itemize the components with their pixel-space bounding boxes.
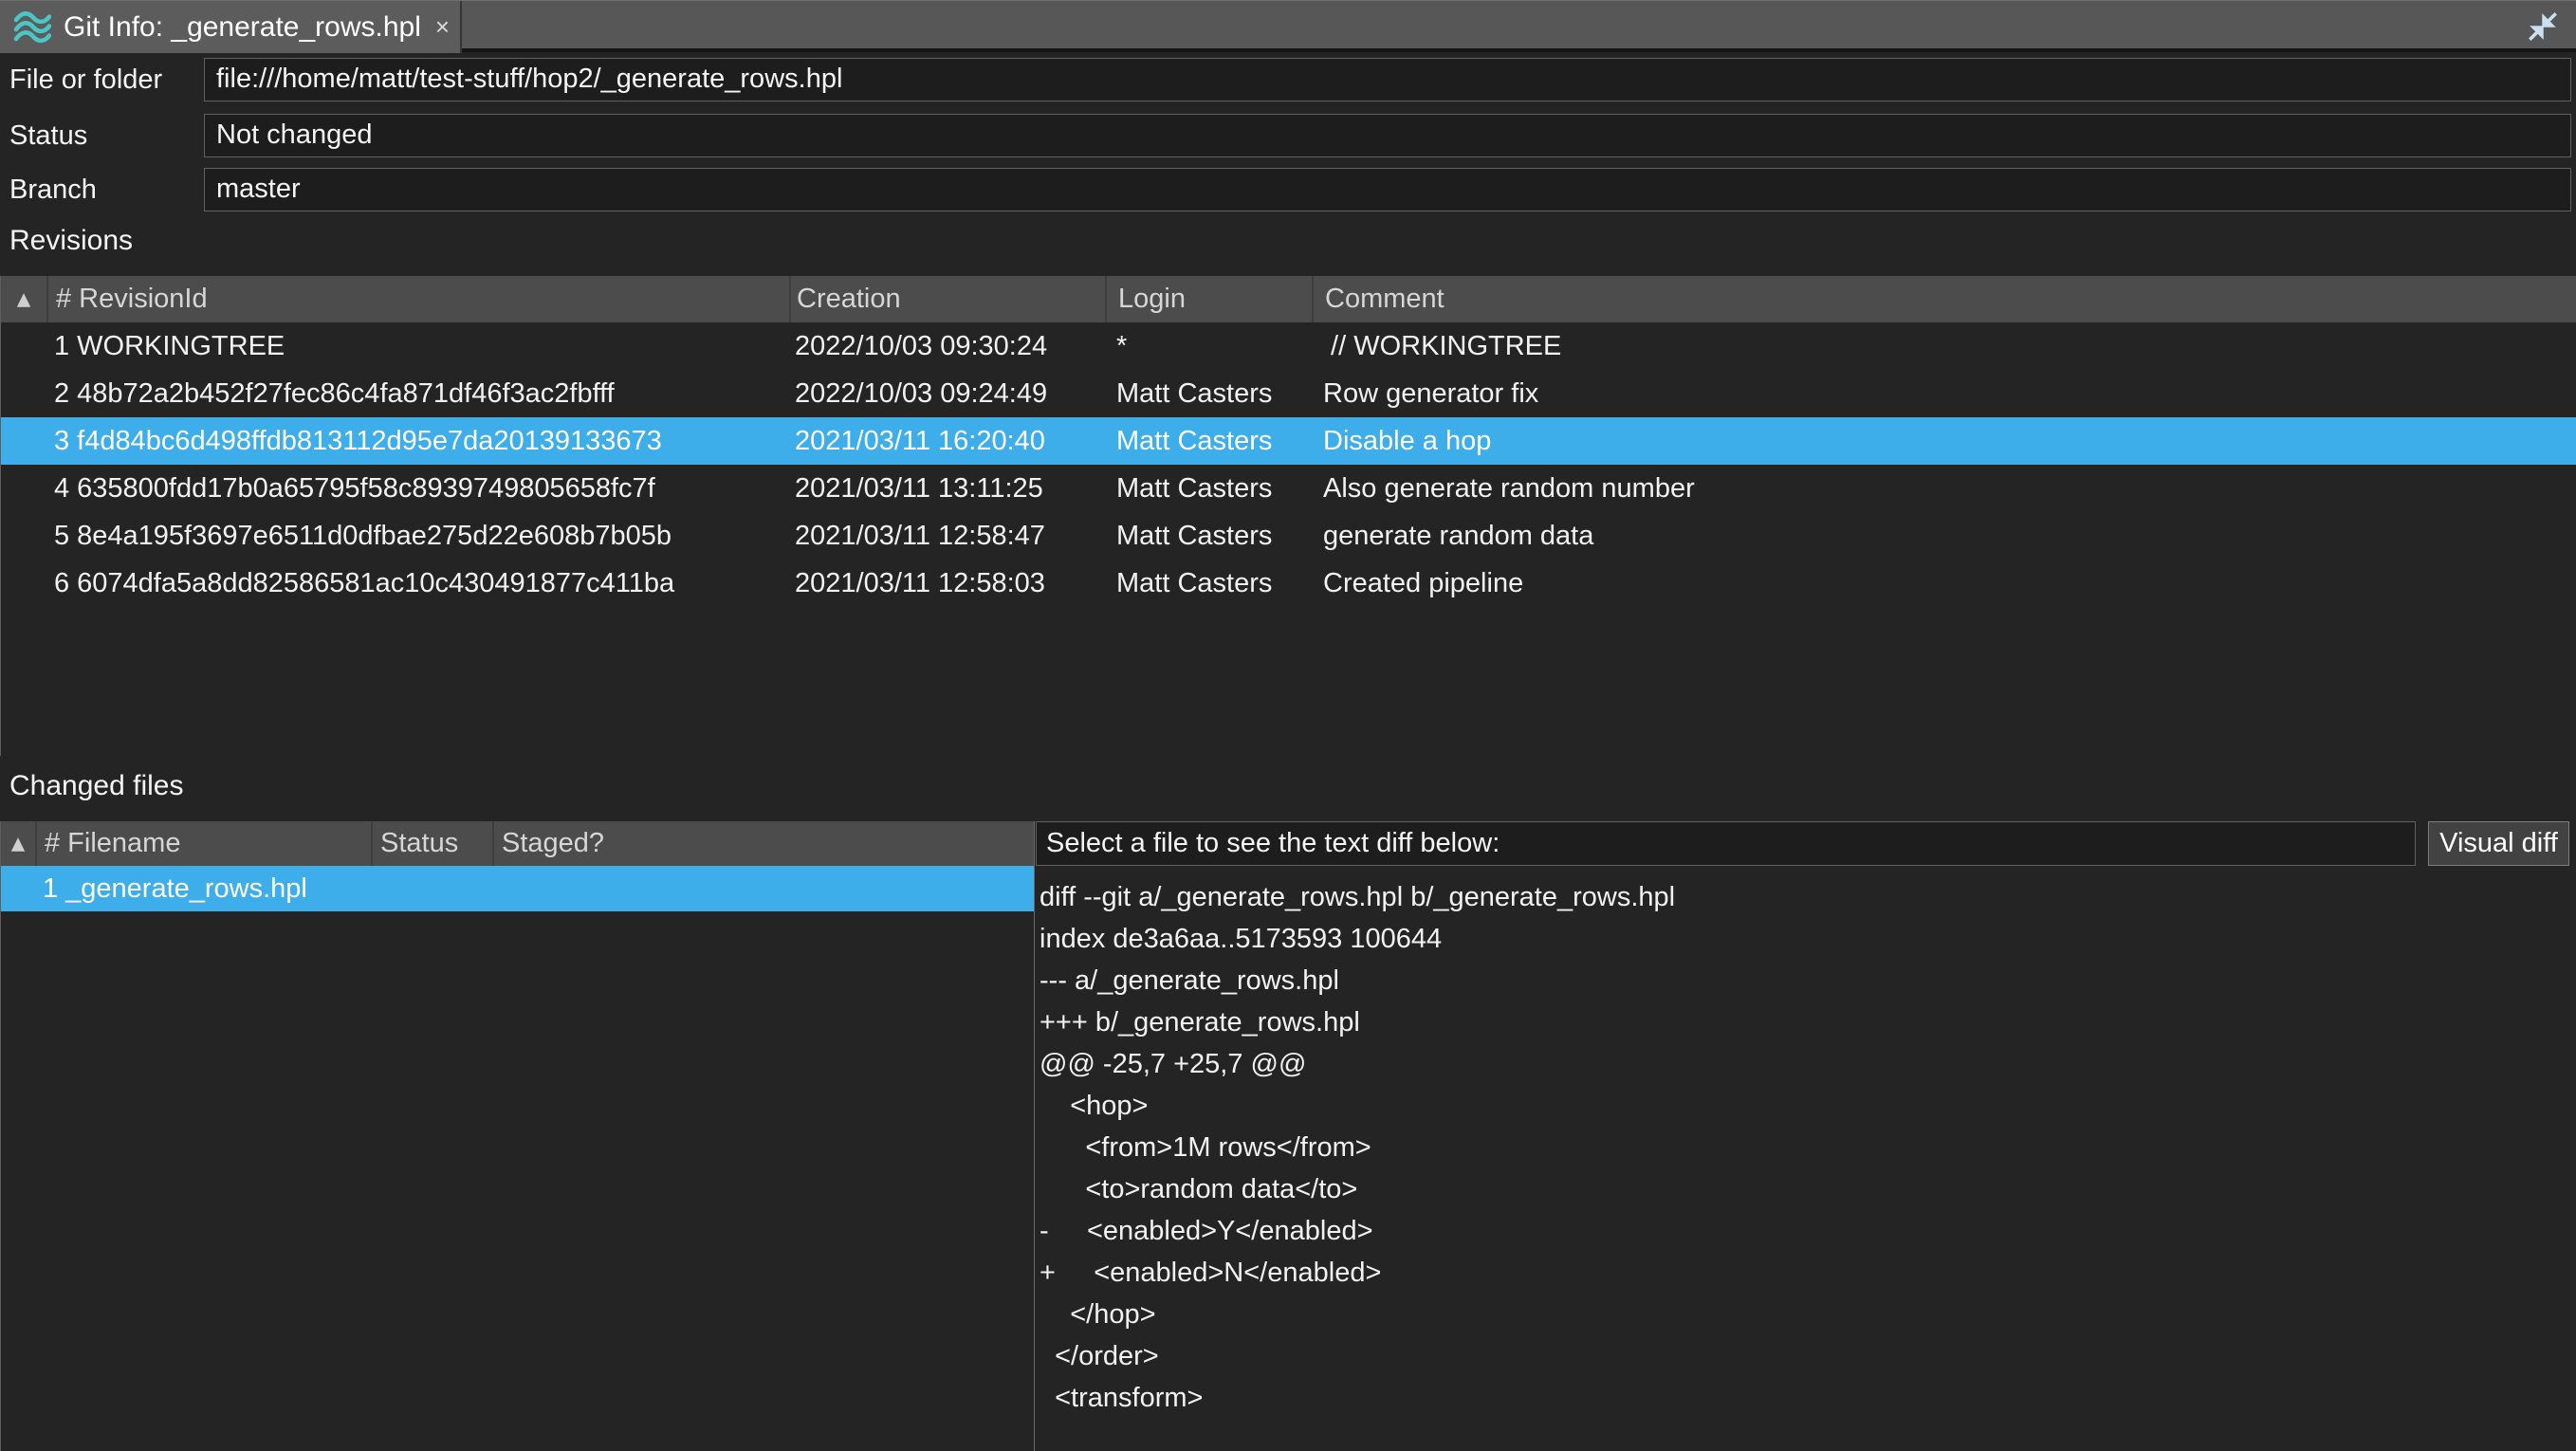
sort-asc-icon[interactable]: ▴ (1, 821, 35, 866)
revisions-table: ▴ # RevisionId Creation Login Comment 1W… (0, 276, 2576, 756)
status-field[interactable]: Not changed (204, 114, 2571, 157)
tab-title: Git Info: _generate_rows.hpl (64, 11, 421, 44)
branch-field[interactable]: master (204, 168, 2571, 211)
revisions-header-creation[interactable]: Creation (789, 276, 1105, 322)
revision-row[interactable]: 4 635800fdd17b0a65795f58c8939749805658fc7… (1, 465, 2576, 512)
revision-creation: 2021/03/11 12:58:47 (789, 512, 1105, 560)
diff-panel: Select a file to see the text diff below… (1034, 821, 2576, 1451)
revision-login: Matt Casters (1105, 560, 1312, 607)
revision-comment: Created pipeline (1312, 560, 2576, 607)
changed-files-table: ▴ # Filename Status Staged? 1_generate_r… (0, 821, 1034, 1451)
diff-line: <transform> (1040, 1377, 2574, 1419)
tab-bar: Git Info: _generate_rows.hpl × (0, 0, 2576, 52)
revision-creation: 2022/10/03 09:24:49 (789, 370, 1105, 417)
revision-number: 2 (54, 370, 69, 417)
hop-logo-icon (13, 9, 51, 46)
revision-login: * (1105, 322, 1312, 370)
revision-login: Matt Casters (1105, 512, 1312, 560)
file-number: 1 (43, 866, 58, 911)
revision-number: 3 (54, 417, 69, 465)
revision-id: 6074dfa5a8dd82586581ac10c430491877c411ba (77, 568, 674, 598)
status-row: Status Not changed (0, 114, 2576, 157)
revision-row[interactable]: 6 6074dfa5a8dd82586581ac10c430491877c411b… (1, 560, 2576, 607)
revisions-table-header: ▴ # RevisionId Creation Login Comment (1, 276, 2576, 322)
diff-line: </order> (1040, 1335, 2574, 1377)
branch-label: Branch (9, 168, 199, 211)
git-info-window: Git Info: _generate_rows.hpl × File or f… (0, 0, 2576, 1451)
tab-git-info[interactable]: Git Info: _generate_rows.hpl × (0, 1, 462, 53)
revision-creation: 2021/03/11 12:58:03 (789, 560, 1105, 607)
revision-comment: generate random data (1312, 512, 2576, 560)
changed-files-section-label: Changed files (9, 770, 183, 802)
branch-row: Branch master (0, 168, 2576, 211)
sort-asc-icon[interactable]: ▴ (1, 276, 46, 322)
visual-diff-button[interactable]: Visual diff (2428, 821, 2569, 866)
revision-comment: // WORKINGTREE (1312, 322, 2576, 370)
revision-row-selected[interactable]: 3 f4d84bc6d498ffdb813112d95e7da2013913367… (1, 417, 2576, 465)
revisions-header-revisionid[interactable]: # RevisionId (46, 276, 789, 322)
revisions-header-login[interactable]: Login (1105, 276, 1312, 322)
revision-id: f4d84bc6d498ffdb813112d95e7da20139133673 (77, 426, 662, 456)
diff-line: diff --git a/_generate_rows.hpl b/_gener… (1040, 876, 2574, 918)
changed-file-row-selected[interactable]: 1_generate_rows.hpl (1, 866, 1034, 911)
revision-id: WORKINGTREE (77, 331, 285, 361)
revision-number: 6 (54, 560, 69, 607)
diff-line: - <enabled>Y</enabled> (1040, 1210, 2574, 1252)
revision-comment: Also generate random number (1312, 465, 2576, 512)
file-or-folder-field[interactable]: file:///home/matt/test-stuff/hop2/_gener… (204, 58, 2571, 101)
revision-comment: Row generator fix (1312, 370, 2576, 417)
changed-files-header: ▴ # Filename Status Staged? (1, 821, 1034, 866)
revision-row[interactable]: 1 WORKINGTREE 2022/10/03 09:30:24 * // WO… (1, 322, 2576, 370)
revision-creation: 2022/10/03 09:30:24 (789, 322, 1105, 370)
revision-login: Matt Casters (1105, 417, 1312, 465)
revision-id: 635800fdd17b0a65795f58c8939749805658fc7f (77, 473, 655, 504)
revisions-header-comment[interactable]: Comment (1312, 276, 2576, 322)
revision-comment: Disable a hop (1312, 417, 2576, 465)
file-staged (492, 866, 1034, 911)
diff-line: <from>1M rows</from> (1040, 1127, 2574, 1168)
diff-file-prompt-field[interactable]: Select a file to see the text diff below… (1036, 821, 2416, 866)
status-label: Status (9, 114, 199, 157)
diff-line: +++ b/_generate_rows.hpl (1040, 1001, 2574, 1043)
diff-line: --- a/_generate_rows.hpl (1040, 960, 2574, 1001)
diff-line: <to>random data</to> (1040, 1168, 2574, 1210)
revision-id: 8e4a195f3697e6511d0dfbae275d22e608b7b05b (77, 521, 672, 551)
revision-login: Matt Casters (1105, 370, 1312, 417)
revisions-section-label: Revisions (9, 225, 133, 257)
revision-number: 4 (54, 465, 69, 512)
file-status (371, 866, 492, 911)
tab-close-icon[interactable]: × (435, 12, 450, 42)
files-header-status[interactable]: Status (371, 821, 492, 866)
file-name: _generate_rows.hpl (65, 873, 307, 904)
revision-row[interactable]: 2 48b72a2b452f27fec86c4fa871df46f3ac2fbff… (1, 370, 2576, 417)
files-header-staged[interactable]: Staged? (492, 821, 1034, 866)
diff-line: index de3a6aa..5173593 100644 (1040, 918, 2574, 960)
files-header-filename[interactable]: # Filename (35, 821, 371, 866)
revision-login: Matt Casters (1105, 465, 1312, 512)
diff-line: + <enabled>N</enabled> (1040, 1252, 2574, 1294)
revision-creation: 2021/03/11 13:11:25 (789, 465, 1105, 512)
revision-number: 1 (54, 322, 69, 370)
revision-row[interactable]: 5 8e4a195f3697e6511d0dfbae275d22e608b7b05… (1, 512, 2576, 560)
revision-creation: 2021/03/11 16:20:40 (789, 417, 1105, 465)
diff-line: @@ -25,7 +25,7 @@ (1040, 1043, 2574, 1085)
revision-id: 48b72a2b452f27fec86c4fa871df46f3ac2fbfff (77, 378, 615, 409)
file-or-folder-label: File or folder (9, 58, 199, 101)
diff-text-area[interactable]: diff --git a/_generate_rows.hpl b/_gener… (1040, 876, 2574, 1451)
diff-line: <hop> (1040, 1085, 2574, 1127)
diff-line: </hop> (1040, 1294, 2574, 1335)
file-or-folder-row: File or folder file:///home/matt/test-st… (0, 58, 2576, 101)
collapse-panel-icon[interactable] (2525, 9, 2561, 45)
revision-number: 5 (54, 512, 69, 560)
